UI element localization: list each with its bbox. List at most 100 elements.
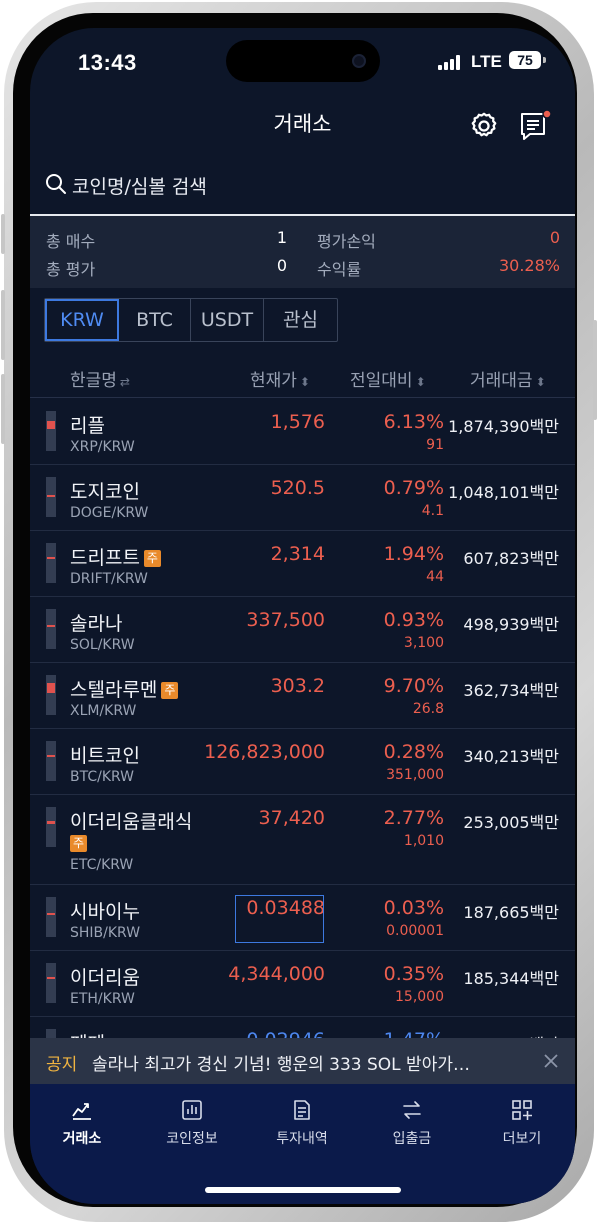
nav-label: 투자내역 — [276, 1131, 328, 1147]
coin-symbol: ETH/KRW — [70, 991, 135, 1007]
coin-row[interactable]: 페페PEPE/KRW0.02946-1.47%-0.00044159,855백만 — [30, 1017, 575, 1039]
coin-row[interactable]: 이더리움 ETH/KRW 4,344,000 0.35% 15,000 185,344백만 — [30, 951, 575, 1017]
sort-icon: ⬍ — [299, 375, 310, 389]
coin-name: 도지코인 — [70, 477, 140, 504]
bottom-navigation: 거래소 코인정보 투자내역 입출금 더보기 — [30, 1084, 575, 1204]
tab-btc[interactable]: BTC — [119, 299, 191, 341]
coin-row[interactable]: 비트코인 BTC/KRW 126,823,000 0.28% 351,000 340,21… — [30, 729, 575, 795]
change-rate: 1.94% — [383, 543, 444, 565]
search-bar[interactable]: 코인명/심볼 검색 — [30, 158, 575, 216]
close-icon[interactable] — [542, 1052, 560, 1070]
coin-row[interactable]: 드리프트 주 DRIFT/KRW 2,314 1.94% 44 607,823백만 — [30, 531, 575, 597]
trade-volume: 607,823백만 — [463, 549, 559, 568]
change-amount: 0.00001 — [386, 923, 444, 939]
change-amount: 4.1 — [421, 503, 444, 519]
coin-row[interactable]: 시바이누 SHIB/KRW 0.03488 0.03% 0.00001 187,665백만 — [30, 885, 575, 951]
sort-icon: ⬍ — [415, 375, 426, 389]
coin-name-text: 드리프트 — [70, 547, 140, 569]
coin-name-text: 비트코인 — [70, 745, 140, 767]
status-bar: 13:43 LTE 75 — [30, 28, 575, 98]
trade-volume: 187,665백만 — [463, 903, 559, 922]
coin-list[interactable]: 리플 XRP/KRW 1,576 6.13% 91 1,874,390백만 도지코인 DOGE… — [30, 399, 575, 1039]
current-price: 37,420 — [258, 807, 325, 829]
gear-icon[interactable] — [468, 110, 500, 142]
search-icon — [46, 174, 66, 194]
nav-deposit-withdraw[interactable]: 입출금 — [362, 1098, 462, 1148]
sort-by-name[interactable]: 한글명 ⇄ — [70, 366, 130, 391]
column-price-label: 현재가 — [250, 371, 297, 391]
change-rate: 0.03% — [383, 897, 444, 919]
nav-exchange[interactable]: 거래소 — [32, 1098, 132, 1148]
nav-investments[interactable]: 투자내역 — [252, 1098, 352, 1148]
coin-symbol: SOL/KRW — [70, 637, 135, 653]
notice-text[interactable]: 솔라나 최고가 경신 기념! 행운의 333 SOL 받아가… — [92, 1050, 522, 1075]
app-screen: 13:43 LTE 75 거래소 코인명/심볼 검색 총 매수 1 총 평가 0… — [30, 28, 575, 1204]
current-price: 520.5 — [270, 477, 325, 499]
holdings-summary: 총 매수 1 총 평가 0 평가손익 0 수익률 30.28% — [30, 216, 575, 288]
column-change-label: 전일대비 — [350, 371, 413, 391]
change-rate: 0.79% — [383, 477, 444, 499]
battery-icon: 75 — [509, 51, 541, 69]
current-price: 303.2 — [270, 675, 325, 697]
sort-icon: ⬍ — [535, 375, 546, 389]
nav-label: 입출금 — [392, 1131, 432, 1147]
tab-usdt[interactable]: USDT — [191, 299, 264, 341]
coin-symbol: XRP/KRW — [70, 439, 135, 455]
change-amount: 1,010 — [403, 833, 444, 849]
swap-sort-icon: ⇄ — [119, 375, 130, 389]
caution-badge: 주 — [161, 682, 179, 699]
coin-name-text: 시바이누 — [70, 901, 140, 923]
exchange-chart-icon — [72, 1103, 91, 1120]
total-buy-value: 1 — [276, 228, 287, 247]
mini-candle-icon — [46, 543, 56, 583]
sort-by-change[interactable]: 전일대비 ⬍ — [350, 366, 426, 391]
coin-symbol: BTC/KRW — [70, 769, 135, 785]
chat-notification-icon[interactable] — [518, 108, 554, 144]
change-rate: 2.77% — [383, 807, 444, 829]
tab-krw[interactable]: KRW — [45, 299, 119, 341]
caution-badge: 주 — [143, 550, 161, 567]
coin-name-text: 스텔라루멘 — [70, 679, 158, 701]
column-header: 한글명 ⇄ 현재가 ⬍ 전일대비 ⬍ 거래대금 ⬍ — [30, 354, 575, 398]
transfer-arrows-icon — [403, 1101, 421, 1119]
current-price: 4,344,000 — [228, 963, 325, 985]
coin-symbol: ETC/KRW — [70, 857, 134, 873]
coin-row[interactable]: 도지코인 DOGE/KRW 520.5 0.79% 4.1 1,048,101백만 — [30, 465, 575, 531]
nav-label: 더보기 — [502, 1131, 542, 1147]
coin-name-text: 이더리움클래식 — [70, 811, 193, 833]
coin-name: 시바이누 — [70, 897, 140, 924]
change-rate: 6.13% — [383, 411, 444, 433]
mini-candle-icon — [46, 411, 56, 451]
status-time: 13:43 — [78, 50, 137, 75]
dynamic-island — [226, 40, 380, 82]
coin-name: 솔라나 — [70, 609, 122, 636]
change-amount: 26.8 — [412, 701, 444, 717]
caution-badge: 주 — [70, 835, 87, 852]
signal-icon — [438, 54, 460, 70]
search-input[interactable]: 코인명/심볼 검색 — [72, 172, 207, 199]
nav-label: 코인정보 — [166, 1131, 218, 1147]
tab-favorites[interactable]: 관심 — [264, 299, 337, 341]
sort-by-price[interactable]: 현재가 ⬍ — [250, 366, 310, 391]
coin-row[interactable]: 이더리움클래식 주 ETC/KRW 37,420 2.77% 1,010 253,005백만 — [30, 795, 575, 885]
total-eval-value: 0 — [276, 256, 287, 275]
notice-banner[interactable]: 공지 솔라나 최고가 경신 기념! 행운의 333 SOL 받아가… — [30, 1038, 575, 1084]
coin-name: 비트코인 — [70, 741, 140, 768]
column-name-label: 한글명 — [70, 371, 117, 391]
current-price: 126,823,000 — [204, 741, 325, 763]
coin-row[interactable]: 스텔라루멘 주 XLM/KRW 303.2 9.70% 26.8 362,734백만 — [30, 663, 575, 729]
coin-row[interactable]: 리플 XRP/KRW 1,576 6.13% 91 1,874,390백만 — [30, 399, 575, 465]
total-eval-label: 총 평가 — [46, 260, 96, 279]
change-amount: 44 — [426, 569, 444, 585]
coin-name-text: 도지코인 — [70, 481, 140, 503]
trade-volume: 362,734백만 — [463, 681, 559, 700]
market-tabs: KRW BTC USDT 관심 — [44, 298, 338, 342]
coin-row[interactable]: 솔라나 SOL/KRW 337,500 0.93% 3,100 498,939백만 — [30, 597, 575, 663]
nav-coin-info[interactable]: 코인정보 — [142, 1098, 242, 1148]
change-rate: 0.35% — [383, 963, 444, 985]
change-rate: 0.93% — [383, 609, 444, 631]
nav-more[interactable]: 더보기 — [472, 1098, 572, 1148]
trade-volume: 185,344백만 — [463, 969, 559, 988]
sort-by-volume[interactable]: 거래대금 ⬍ — [470, 366, 546, 391]
coin-name-text: 리플 — [70, 415, 105, 437]
